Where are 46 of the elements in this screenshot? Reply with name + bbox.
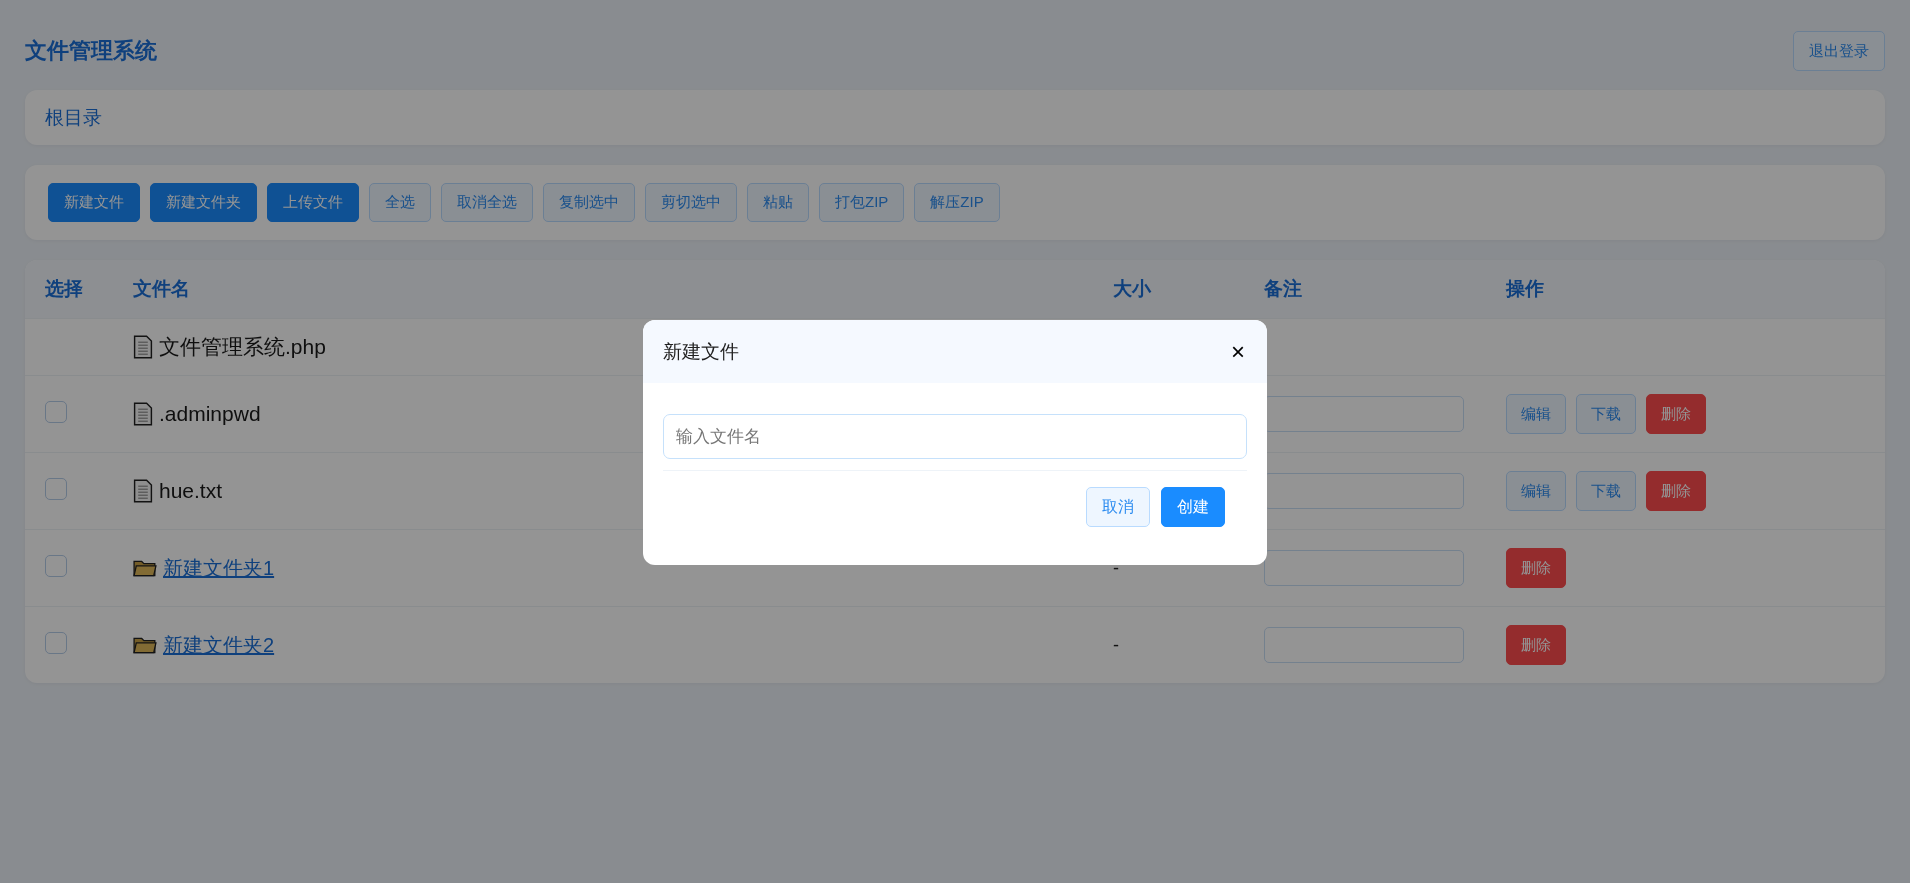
dialog-button[interactable]: 创建	[1161, 487, 1225, 527]
size-cell: -	[1113, 634, 1119, 655]
folder-link[interactable]: 新建文件夹2	[163, 631, 275, 659]
toolbar-button[interactable]: 上传文件	[267, 183, 359, 222]
toolbar-button[interactable]: 打包ZIP	[819, 183, 905, 222]
toolbar-button[interactable]: 粘贴	[747, 183, 809, 222]
column-header: 操作	[1506, 277, 1545, 301]
folder-link[interactable]: 新建文件夹1	[163, 554, 275, 582]
close-button[interactable]: ×	[1227, 337, 1249, 366]
file-name: hue.txt	[159, 479, 223, 503]
logout-button[interactable]: 退出登录	[1793, 31, 1885, 71]
file-name: 文件管理系统.php	[159, 334, 326, 360]
row-checkbox[interactable]	[45, 401, 67, 423]
row-action-button[interactable]: 编辑	[1506, 471, 1566, 511]
toolbar-button[interactable]: 解压ZIP	[914, 183, 1000, 222]
toolbar-button[interactable]: 新建文件夹	[150, 183, 257, 222]
file-name: .adminpwd	[159, 402, 261, 426]
note-field[interactable]	[1264, 473, 1464, 509]
row-checkbox[interactable]	[45, 555, 67, 577]
column-header: 备注	[1264, 277, 1303, 301]
column-header: 文件名	[133, 277, 191, 301]
row-checkbox[interactable]	[45, 478, 67, 500]
note-field[interactable]	[1264, 396, 1464, 432]
row-action-button[interactable]: 下载	[1576, 394, 1636, 434]
note-field[interactable]	[1264, 627, 1464, 663]
row-action-button[interactable]: 删除	[1506, 548, 1566, 588]
breadcrumb-link[interactable]: 根目录	[45, 104, 102, 131]
toolbar-button[interactable]: 取消全选	[441, 183, 533, 222]
row-checkbox[interactable]	[45, 632, 67, 654]
column-header: 选择	[44, 277, 84, 301]
row-action-button[interactable]: 删除	[1646, 471, 1706, 511]
toolbar-button[interactable]: 新建文件	[48, 183, 140, 222]
filename-field[interactable]: 输入文件名	[663, 414, 1247, 459]
toolbar-button[interactable]: 复制选中	[543, 183, 635, 222]
note-field[interactable]	[1264, 550, 1464, 586]
app-title: 文件管理系统	[25, 37, 157, 65]
toolbar-button[interactable]: 剪切选中	[645, 183, 737, 222]
row-action-button[interactable]: 下载	[1576, 471, 1636, 511]
size-cell: -	[1113, 557, 1119, 578]
row-action-button[interactable]: 删除	[1646, 394, 1706, 434]
row-action-button[interactable]: 删除	[1506, 625, 1566, 665]
row-action-button[interactable]: 编辑	[1506, 394, 1566, 434]
column-header: 大小	[1113, 277, 1152, 301]
toolbar-button[interactable]: 全选	[369, 183, 431, 222]
dialog-button[interactable]: 取消	[1086, 487, 1150, 527]
dialog-title: 新建文件	[663, 339, 739, 364]
